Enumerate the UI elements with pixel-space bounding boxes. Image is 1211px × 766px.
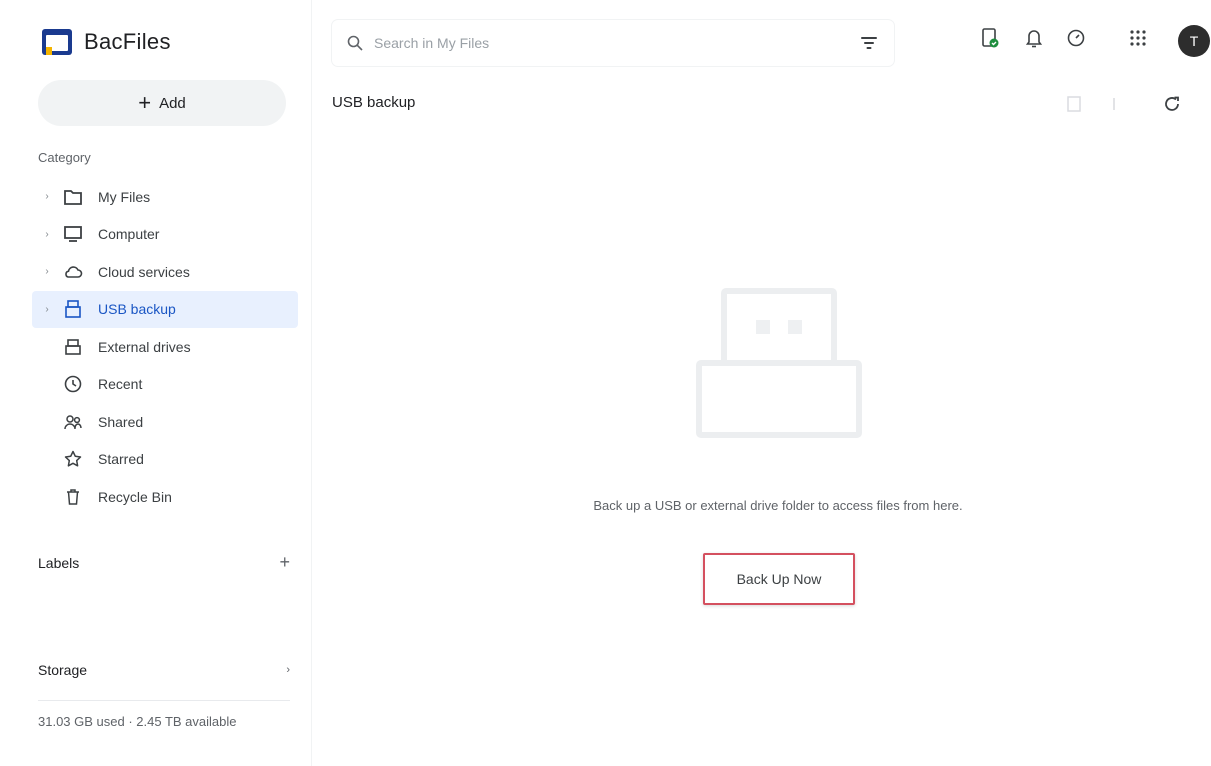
sidebar-item-label: External drives [98,338,191,355]
chevron-right-icon[interactable]: › [32,191,62,202]
labels-title: Labels [38,554,80,571]
sidebar-item-shared[interactable]: Shared [32,403,298,441]
brand[interactable]: BacFiles [42,24,171,60]
sidebar-item-cloud-services[interactable]: › Cloud services [32,253,298,291]
header-actions [976,24,1152,52]
refresh-icon[interactable] [1156,88,1188,120]
star-icon [62,448,84,470]
apps-grid-icon[interactable] [1124,24,1152,52]
search-input[interactable] [374,35,858,51]
sidebar-item-label: Computer [98,226,160,243]
search-icon [347,35,363,51]
bell-icon[interactable] [1020,24,1048,52]
usb-illustration-icon [696,288,862,438]
search-bar[interactable] [332,20,894,66]
sidebar-item-label: Recycle Bin [98,488,172,505]
clock-icon [62,373,84,395]
sort-icon[interactable] [1058,88,1090,120]
storage-section[interactable]: Storage › [38,662,290,678]
sidebar-item-my-files[interactable]: › My Files [32,178,298,216]
chevron-right-icon[interactable]: › [32,229,62,240]
sidebar-item-computer[interactable]: › Computer [32,216,298,254]
folder-icon [62,186,84,208]
add-button[interactable]: + Add [38,80,286,126]
info-icon[interactable] [1098,88,1130,120]
chevron-right-icon[interactable]: › [32,266,62,277]
speedometer-icon[interactable] [1062,24,1090,52]
cloud-icon [62,261,84,283]
avatar[interactable]: T [1178,25,1210,57]
category-nav: › My Files › Computer › Cloud services ›… [32,178,298,516]
storage-title: Storage [38,662,88,678]
empty-state-message: Back up a USB or external drive folder t… [593,498,963,513]
sidebar-item-label: Shared [98,413,144,430]
sidebar-item-recycle-bin[interactable]: Recycle Bin [32,478,298,516]
sidebar-item-label: Recent [98,376,143,393]
page-title: USB backup [332,94,416,111]
trash-icon [62,486,84,508]
sidebar-item-label: Cloud services [98,263,190,280]
computer-icon [62,223,84,245]
external-drive-icon [62,336,84,358]
sidebar-item-external-drives[interactable]: External drives [32,328,298,366]
sidebar-item-label: USB backup [98,301,176,318]
sidebar-item-label: Starred [98,451,144,468]
backup-status-icon[interactable] [976,24,1004,52]
sidebar-item-usb-backup[interactable]: › USB backup [32,290,298,328]
app-window: BacFiles + Add Category › My Files › Com… [0,0,1211,766]
back-up-now-button[interactable]: Back Up Now [703,553,855,605]
usb-drive-icon [62,298,84,320]
brand-logo-icon [42,29,72,55]
plus-icon: + [138,90,152,115]
category-label: Category [38,150,91,165]
sidebar-item-label: My Files [98,188,151,205]
chevron-right-icon[interactable]: › [286,664,290,676]
chevron-right-icon[interactable]: › [32,304,62,315]
filter-icon[interactable] [858,32,880,54]
add-button-label: Add [159,94,186,112]
brand-name: BacFiles [84,29,171,54]
add-label-icon[interactable]: + [279,552,290,573]
divider [38,700,290,701]
storage-usage-text: 31.03 GB used · 2.45 TB available [38,714,237,729]
people-icon [62,411,84,433]
toolbar [1058,88,1188,120]
labels-section: Labels + [38,552,290,573]
sidebar-item-starred[interactable]: Starred [32,441,298,479]
sidebar-item-recent[interactable]: Recent [32,366,298,404]
sidebar: BacFiles + Add Category › My Files › Com… [0,0,312,766]
